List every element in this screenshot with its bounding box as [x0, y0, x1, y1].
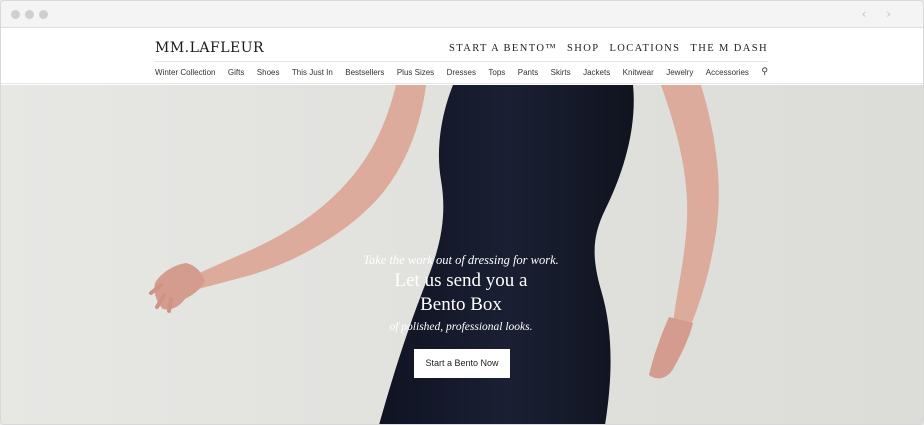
site-logo[interactable]: MM.LAFLEUR — [155, 40, 264, 56]
category-skirts[interactable]: Skirts — [551, 68, 571, 77]
category-dresses[interactable]: Dresses — [447, 68, 476, 77]
category-accessories[interactable]: Accessories — [706, 68, 749, 77]
category-bestsellers[interactable]: Bestsellers — [345, 68, 384, 77]
hero-headline-line2: Bento Box — [420, 294, 502, 315]
browser-chrome: ‹ › — [1, 1, 923, 28]
top-nav: START A BENTO™ SHOP LOCATIONS THE M DASH — [449, 43, 768, 54]
search-icon[interactable]: ⚲ — [761, 68, 768, 77]
hero-subline: of polished, professional looks. — [389, 321, 533, 333]
category-tops[interactable]: Tops — [488, 68, 505, 77]
nav-start-a-bento[interactable]: START A BENTO™ — [449, 43, 557, 54]
category-nav: Winter Collection Gifts Shoes This Just … — [155, 68, 768, 78]
category-jackets[interactable]: Jackets — [583, 68, 610, 77]
site-header: MM.LAFLEUR START A BENTO™ SHOP LOCATIONS… — [1, 28, 923, 84]
category-this-just-in[interactable]: This Just In — [292, 68, 333, 77]
window-close-dot[interactable] — [11, 10, 20, 19]
hero-text: Take the work out of dressing for work. … — [1, 85, 923, 424]
hero-tagline: Take the work out of dressing for work. — [363, 253, 559, 267]
nav-shop[interactable]: SHOP — [567, 43, 599, 54]
start-a-bento-button[interactable]: Start a Bento Now — [414, 349, 510, 378]
window-maximize-dot[interactable] — [39, 10, 48, 19]
category-gifts[interactable]: Gifts — [228, 68, 244, 77]
category-knitwear[interactable]: Knitwear — [623, 68, 654, 77]
category-jewelry[interactable]: Jewelry — [666, 68, 693, 77]
nav-locations[interactable]: LOCATIONS — [609, 43, 680, 54]
hero-banner: Take the work out of dressing for work. … — [1, 85, 923, 424]
category-winter-collection[interactable]: Winter Collection — [155, 68, 215, 77]
category-pants[interactable]: Pants — [518, 68, 538, 77]
category-plus-sizes[interactable]: Plus Sizes — [397, 68, 434, 77]
nav-the-m-dash[interactable]: THE M DASH — [690, 43, 768, 54]
browser-nav-arrows[interactable]: ‹ › — [862, 7, 899, 21]
window-minimize-dot[interactable] — [25, 10, 34, 19]
category-shoes[interactable]: Shoes — [257, 68, 280, 77]
header-divider — [155, 61, 768, 62]
browser-window: ‹ › MM.LAFLEUR START A BENTO™ SHOP LOCAT… — [0, 0, 924, 425]
hero-headline-line1: Let us send you a — [394, 270, 528, 291]
